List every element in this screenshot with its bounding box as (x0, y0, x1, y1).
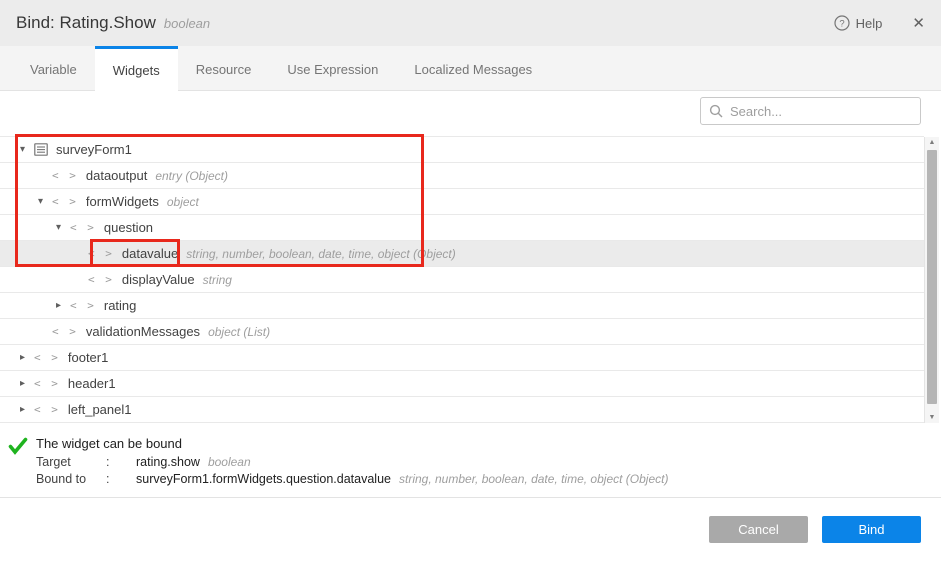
tree-scrollbar[interactable]: ▲ ▼ (924, 137, 939, 423)
tree-item-label: left_panel1 (68, 402, 132, 417)
tree-item-type-hint: object (167, 195, 199, 209)
bind-button[interactable]: Bind (822, 516, 921, 543)
tab-use-expression[interactable]: Use Expression (269, 46, 396, 90)
tree-item-label: rating (104, 298, 137, 313)
chevron-right-icon[interactable]: ▸ (20, 404, 34, 415)
status-row-label: Bound to (36, 472, 106, 486)
success-check-icon (8, 437, 28, 460)
tab-widgets[interactable]: Widgets (95, 46, 178, 91)
code-brackets-icon: < > (88, 247, 114, 260)
chevron-down-icon[interactable]: ▾ (56, 222, 70, 233)
dialog-header: Bind: Rating.Show boolean ? Help ✕ (0, 0, 941, 46)
code-brackets-icon: < > (34, 351, 60, 364)
tab-label: Localized Messages (414, 62, 532, 77)
page-title-type-hint: boolean (164, 16, 210, 31)
tree-item-datavalue[interactable]: < > datavalue string, number, boolean, dat… (0, 241, 924, 267)
tab-bar: Variable Widgets Resource Use Expression Loc… (0, 46, 941, 91)
status-row-target: Target:rating.show boolean (36, 453, 668, 470)
tab-label: Variable (30, 62, 77, 77)
tree-item-question[interactable]: ▾< > question (0, 215, 924, 241)
code-brackets-icon: < > (70, 299, 96, 312)
chevron-right-icon[interactable]: ▸ (20, 352, 34, 363)
code-brackets-icon: < > (52, 195, 78, 208)
help-icon: ? (834, 15, 850, 31)
code-brackets-icon: < > (34, 377, 60, 390)
chevron-right-icon[interactable]: ▸ (20, 378, 34, 389)
status-row-colon: : (106, 472, 136, 486)
status-message: The widget can be bound (36, 436, 182, 451)
scrollbar-thumb[interactable] (927, 150, 937, 404)
tree-item-label: dataoutput (86, 168, 147, 183)
widget-tree: ▾ surveyForm1 < > dataoutput entry (Object) ▾… (0, 136, 924, 423)
status-row-value: rating.show (136, 455, 200, 469)
status-rows: Target:rating.showbooleanBound to:survey… (36, 453, 668, 487)
tree-item-rating[interactable]: ▸< > rating (0, 293, 924, 319)
search-row (0, 91, 941, 136)
tree-item-label: surveyForm1 (56, 142, 132, 157)
scroll-up-icon[interactable]: ▲ (925, 137, 939, 148)
tree-item-left_panel1[interactable]: ▸< > left_panel1 (0, 397, 924, 423)
page-title: Bind: Rating.Show (16, 13, 156, 33)
tree-item-label: validationMessages (86, 324, 200, 339)
form-widget-icon (34, 143, 48, 156)
help-label: Help (856, 16, 883, 31)
status-row-value-wrap: rating.show boolean (136, 453, 668, 471)
tab-label: Resource (196, 62, 252, 77)
tab-label: Widgets (113, 63, 160, 78)
tree-item-label: formWidgets (86, 194, 159, 209)
code-brackets-icon: < > (70, 221, 96, 234)
status-row-value-wrap: surveyForm1.formWidgets.question.dataval… (136, 470, 668, 488)
bind-dialog: Bind: Rating.Show boolean ? Help ✕ Varia… (0, 0, 941, 562)
tree-item-label: datavalue (122, 246, 178, 261)
footer-actions: Cancel Bind (709, 516, 921, 543)
tree-item-label: question (104, 220, 153, 235)
code-brackets-icon: < > (88, 273, 114, 286)
tree-item-label: displayValue (122, 272, 195, 287)
tree-item-label: header1 (68, 376, 116, 391)
chevron-down-icon[interactable]: ▾ (20, 144, 34, 155)
code-brackets-icon: < > (52, 325, 78, 338)
close-icon[interactable]: ✕ (912, 16, 925, 31)
tree-item-type-hint: entry (Object) (155, 169, 228, 183)
svg-text:?: ? (839, 18, 844, 29)
tab-variable[interactable]: Variable (12, 46, 95, 90)
tree-item-dataoutput[interactable]: < > dataoutput entry (Object) (0, 163, 924, 189)
search-input[interactable] (730, 104, 912, 119)
tab-resource[interactable]: Resource (178, 46, 270, 90)
scroll-down-icon[interactable]: ▼ (925, 412, 939, 423)
status-row-type-hint: string, number, boolean, date, time, obj… (399, 472, 668, 486)
help-button[interactable]: ? Help (834, 15, 883, 31)
status-row-type-hint: boolean (208, 455, 251, 469)
status-row-colon: : (106, 455, 136, 469)
tree-item-displayValue[interactable]: < > displayValue string (0, 267, 924, 293)
footer-divider (0, 497, 941, 498)
tree-item-validationMessages[interactable]: < > validationMessages object (List) (0, 319, 924, 345)
tree-item-footer1[interactable]: ▸< > footer1 (0, 345, 924, 371)
tree-item-type-hint: object (List) (208, 325, 270, 339)
tree-item-header1[interactable]: ▸< > header1 (0, 371, 924, 397)
search-icon (709, 104, 723, 118)
tree-item-type-hint: string (203, 273, 232, 287)
tab-localized-messages[interactable]: Localized Messages (396, 46, 550, 90)
chevron-right-icon[interactable]: ▸ (56, 300, 70, 311)
chevron-down-icon[interactable]: ▾ (38, 196, 52, 207)
tab-label: Use Expression (287, 62, 378, 77)
status-row-bound-to: Bound to:surveyForm1.formWidgets.questio… (36, 470, 668, 487)
tree-item-surveyForm1[interactable]: ▾ surveyForm1 (0, 137, 924, 163)
tree-item-type-hint: string, number, boolean, date, time, obj… (186, 247, 455, 261)
search-box (700, 97, 921, 125)
cancel-button[interactable]: Cancel (709, 516, 808, 543)
code-brackets-icon: < > (34, 403, 60, 416)
tree-item-formWidgets[interactable]: ▾< > formWidgets object (0, 189, 924, 215)
status-row-label: Target (36, 455, 106, 469)
tree-item-label: footer1 (68, 350, 108, 365)
status-row-value: surveyForm1.formWidgets.question.dataval… (136, 472, 391, 486)
code-brackets-icon: < > (52, 169, 78, 182)
